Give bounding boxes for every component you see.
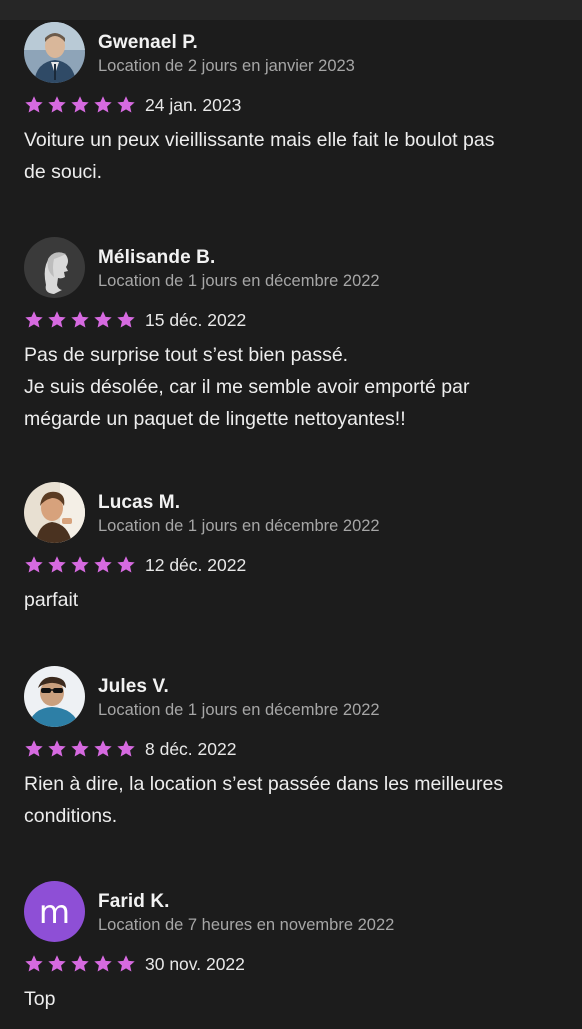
star-icon bbox=[117, 96, 135, 113]
avatar[interactable]: m bbox=[24, 881, 85, 942]
top-bar bbox=[0, 0, 582, 20]
star-icon bbox=[71, 311, 89, 328]
reviewer-name: Lucas M. bbox=[98, 492, 181, 513]
star-icon bbox=[25, 740, 43, 757]
rental-info: Location de 1 jours en décembre 2022 bbox=[98, 701, 380, 719]
review-date: 8 déc. 2022 bbox=[145, 738, 237, 759]
rating-row: 15 déc. 2022 bbox=[24, 307, 558, 333]
review-header: Mélisande B. Location de 1 jours en déce… bbox=[24, 235, 558, 298]
review-item: Jules V. Location de 1 jours en décembre… bbox=[0, 664, 582, 879]
reviews-list: Gwenael P. Location de 2 jours en janvie… bbox=[0, 20, 582, 1029]
rating-row: 30 nov. 2022 bbox=[24, 951, 558, 977]
star-icon bbox=[117, 740, 135, 757]
review-item: Mélisande B. Location de 1 jours en déce… bbox=[0, 235, 582, 480]
review-text: Rien à dire, la location s’est passée da… bbox=[24, 773, 504, 827]
star-icon bbox=[71, 556, 89, 573]
star-rating bbox=[24, 310, 136, 330]
star-icon bbox=[25, 955, 43, 972]
star-icon bbox=[94, 96, 112, 113]
review-date: 15 déc. 2022 bbox=[145, 309, 247, 330]
star-icon bbox=[117, 311, 135, 328]
star-icon bbox=[25, 556, 43, 573]
review-text: Top bbox=[24, 988, 56, 1010]
review-item: Lucas M. Location de 1 jours en décembre… bbox=[0, 480, 582, 664]
review-text: Voiture un peux vieillissante mais elle … bbox=[24, 129, 495, 183]
star-icon bbox=[71, 96, 89, 113]
avatar[interactable] bbox=[24, 666, 85, 727]
rating-row: 12 déc. 2022 bbox=[24, 552, 558, 578]
star-icon bbox=[117, 955, 135, 972]
review-header: m Farid K. Location de 7 heures en novem… bbox=[24, 879, 558, 942]
star-icon bbox=[48, 96, 66, 113]
rental-info: Location de 7 heures en novembre 2022 bbox=[98, 916, 395, 934]
reviewer-name: Mélisande B. bbox=[98, 247, 216, 268]
review-header: Lucas M. Location de 1 jours en décembre… bbox=[24, 480, 558, 543]
reviewer-name: Gwenael P. bbox=[98, 32, 198, 53]
star-icon bbox=[71, 955, 89, 972]
review-date: 12 déc. 2022 bbox=[145, 554, 247, 575]
star-icon bbox=[71, 740, 89, 757]
star-rating bbox=[24, 954, 136, 974]
review-header: Gwenael P. Location de 2 jours en janvie… bbox=[24, 20, 558, 83]
rating-row: 8 déc. 2022 bbox=[24, 736, 558, 762]
star-icon bbox=[25, 311, 43, 328]
star-icon bbox=[48, 311, 66, 328]
reviewer-name: Jules V. bbox=[98, 676, 169, 697]
review-date: 24 jan. 2023 bbox=[145, 94, 242, 115]
rental-info: Location de 2 jours en janvier 2023 bbox=[98, 57, 355, 75]
star-icon bbox=[48, 556, 66, 573]
star-icon bbox=[94, 740, 112, 757]
avatar[interactable] bbox=[24, 237, 85, 298]
star-icon bbox=[117, 556, 135, 573]
star-icon bbox=[94, 955, 112, 972]
star-rating bbox=[24, 555, 136, 575]
star-icon bbox=[94, 311, 112, 328]
review-item: Gwenael P. Location de 2 jours en janvie… bbox=[0, 20, 582, 235]
star-icon bbox=[48, 955, 66, 972]
rental-info: Location de 1 jours en décembre 2022 bbox=[98, 517, 380, 535]
avatar[interactable] bbox=[24, 22, 85, 83]
reviewer-name: Farid K. bbox=[98, 891, 170, 912]
star-rating bbox=[24, 739, 136, 759]
avatar[interactable] bbox=[24, 482, 85, 543]
review-item: m Farid K. Location de 7 heures en novem… bbox=[0, 879, 582, 1029]
star-icon bbox=[94, 556, 112, 573]
star-icon bbox=[25, 96, 43, 113]
review-header: Jules V. Location de 1 jours en décembre… bbox=[24, 664, 558, 727]
review-date: 30 nov. 2022 bbox=[145, 953, 245, 974]
review-text: Pas de surprise tout s’est bien passé. J… bbox=[24, 344, 470, 430]
rating-row: 24 jan. 2023 bbox=[24, 92, 558, 118]
star-icon bbox=[48, 740, 66, 757]
star-rating bbox=[24, 95, 136, 115]
rental-info: Location de 1 jours en décembre 2022 bbox=[98, 272, 380, 290]
review-text: parfait bbox=[24, 589, 79, 611]
